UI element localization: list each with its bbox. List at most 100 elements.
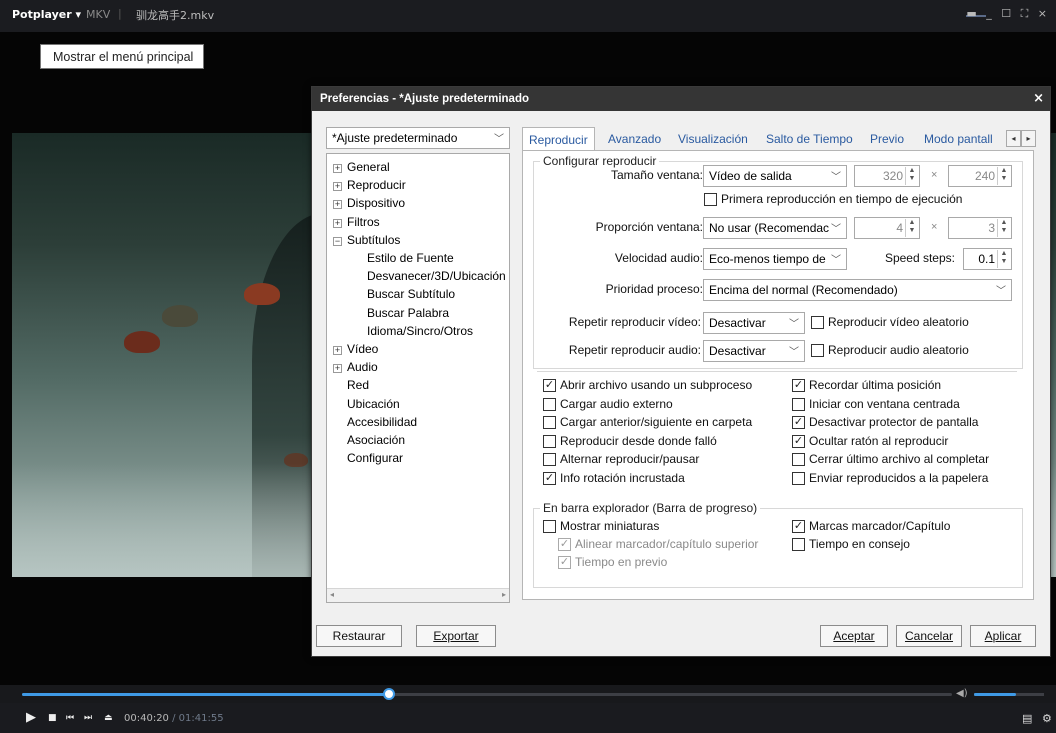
tree-item[interactable]: Red [347,378,369,392]
tree-item[interactable]: Asociación [347,433,405,447]
speed-steps-field[interactable]: 0.1 ▲ ▼ [963,248,1012,270]
option-label: Cargar anterior/siguiente en carpeta [560,415,753,430]
apply-button[interactable]: Aplicar [970,625,1036,647]
play-icon[interactable]: ▶ [26,711,36,724]
option-checkbox[interactable]: Alternar reproducir/pausar [543,452,699,467]
tree-item[interactable]: Configurar [347,451,403,465]
aspect-select[interactable]: No usar (Recomendac ﹀ [703,217,847,239]
tooltip-time-checkbox[interactable]: Tiempo en consejo [792,537,910,551]
random-video-checkbox[interactable]: Reproducir vídeo aleatorio [811,315,969,329]
tab-visualizacion[interactable]: Visualización [672,127,754,151]
tree-horizontal-scrollbar[interactable]: ◂ ▸ [327,588,509,602]
scroll-right-icon[interactable]: ▸ [502,590,506,599]
group-label: Configurar reproducir [540,154,660,168]
tree-item[interactable]: Estilo de Fuente [367,251,454,265]
checkbox-box: ✓ [558,538,571,551]
restore-button[interactable]: Restaurar [316,625,402,647]
option-checkbox[interactable]: Cerrar último archivo al completar [792,452,989,467]
option-checkbox[interactable]: Enviar reproducidos a la papelera [792,471,988,485]
stepper-icon[interactable]: ▲ ▼ [997,219,1010,237]
window-width-field[interactable]: 320 ▲ ▼ [854,165,920,187]
tree-item[interactable]: Vídeo [347,342,378,356]
aspect-width-field[interactable]: 4 ▲ ▼ [854,217,920,239]
stepper-icon[interactable]: ▲ ▼ [905,167,918,185]
stop-icon[interactable]: ■ [48,712,57,724]
volume-slider[interactable] [974,693,1044,696]
accept-button[interactable]: Aceptar [820,625,888,647]
reproducir-panel: Configurar reproducir Tamaño ventana: Ví… [522,150,1034,600]
tree-item[interactable]: Ubicación [347,397,400,411]
expand-icon[interactable]: + [333,346,342,355]
tree-item[interactable]: Desvanecer/3D/Ubicación [367,269,506,283]
seek-track[interactable] [22,688,952,700]
option-checkbox[interactable]: Cargar anterior/siguiente en carpeta [543,415,753,430]
option-checkbox[interactable]: Cargar audio externo [543,397,673,411]
align-chapter-checkbox[interactable]: ✓ Alinear marcador/capítulo superior [558,537,758,551]
tree-item[interactable]: Buscar Palabra [367,306,449,320]
tree-item[interactable]: General [347,160,390,174]
seek-handle[interactable] [383,688,396,700]
preset-select[interactable]: *Ajuste predeterminado ﹀ [326,127,510,149]
next-icon[interactable]: ⏭ [84,712,92,724]
thumbnails-checkbox[interactable]: Mostrar miniaturas [543,519,659,533]
stepper-icon[interactable]: ▲ ▼ [905,219,918,237]
tab-previo[interactable]: Previo [864,127,910,151]
option-checkbox[interactable]: Reproducir desde donde falló [543,434,717,448]
expand-icon[interactable]: + [333,218,342,228]
option-checkbox[interactable]: ✓ Ocultar ratón al reproducir [792,434,948,448]
priority-select[interactable]: Encima del normal (Recomendado) ﹀ [703,279,1012,301]
tab-salto-de-tiempo[interactable]: Salto de Tiempo [760,127,859,151]
main-menu-button[interactable]: Potplayer ▾ [12,8,81,21]
repeat-audio-select[interactable]: Desactivar ﹀ [703,340,805,362]
tree-item[interactable]: Audio [347,360,378,374]
previous-icon[interactable]: ⏮ [66,712,74,724]
tab-modo-pantalla[interactable]: Modo pantall [918,127,1004,151]
scroll-left-icon[interactable]: ◂ [330,590,334,599]
tree-item[interactable]: Subtítulos [347,233,400,247]
settings-gear-icon[interactable]: ⚙ [1042,712,1052,725]
option-checkbox[interactable]: Iniciar con ventana centrada [792,397,960,411]
window-size-select[interactable]: Vídeo de salida ﹀ [703,165,847,187]
stepper-icon[interactable]: ▲ ▼ [997,250,1010,268]
option-label: Info rotación incrustada [560,471,685,485]
tree-item[interactable]: Reproducir [347,178,406,192]
stepper-icon[interactable]: ▲ ▼ [997,167,1010,185]
option-checkbox[interactable]: ✓ Desactivar protector de pantalla [792,415,978,430]
eject-icon[interactable]: ⏏ [104,712,113,724]
cancel-button[interactable]: Cancelar [896,625,962,647]
tab-scroll-right-icon[interactable]: ▸ [1021,130,1036,147]
preview-time-checkbox[interactable]: ✓ Tiempo en previo [558,555,667,569]
tab-avanzado[interactable]: Avanzado [602,127,667,151]
expand-icon[interactable]: + [333,364,342,374]
volume-icon[interactable]: ◀) [956,688,968,699]
option-checkbox[interactable]: ✓ Recordar última posición [792,378,941,392]
first-play-checkbox[interactable]: Primera reproducción en tiempo de ejecuc… [704,192,962,206]
playlist-icon[interactable]: ▤ [1022,712,1032,725]
tree-item[interactable]: Dispositivo [347,196,405,210]
expand-icon[interactable]: + [333,182,342,192]
window-controls[interactable]: ▬ _ ☐ ⛶ × [966,7,1050,21]
option-label: Ocultar ratón al reproducir [809,433,949,448]
option-checkbox[interactable]: ✓ Abrir archivo usando un subproceso [543,378,752,392]
chapter-marks-checkbox[interactable]: ✓ Marcas marcador/Capítulo [792,519,950,533]
option-checkbox[interactable]: ✓ Info rotación incrustada [543,471,685,485]
expand-icon[interactable]: + [333,164,342,173]
window-height-field[interactable]: 240 ▲ ▼ [948,165,1012,187]
export-button[interactable]: Exportar [416,625,496,647]
expand-icon[interactable]: + [333,200,342,210]
seek-bar[interactable]: ◀) [0,685,1056,703]
repeat-video-select[interactable]: Desactivar ﹀ [703,312,805,334]
tree-item[interactable]: Idioma/Sincro/Otros [367,324,473,338]
aspect-height-field[interactable]: 3 ▲ ▼ [948,217,1012,239]
tree-item[interactable]: Filtros [347,215,380,229]
tab-reproducir[interactable]: Reproducir [522,127,595,151]
tree-item[interactable]: Buscar Subtítulo [367,287,455,301]
random-audio-checkbox[interactable]: Reproducir audio aleatorio [811,343,969,357]
tab-scroll-left-icon[interactable]: ◂ [1006,130,1021,147]
close-icon[interactable]: × [1033,91,1044,106]
audio-speed-select[interactable]: Eco-menos tiempo de ﹀ [703,248,847,270]
tree-item[interactable]: Accesibilidad [347,415,417,429]
settings-tree[interactable]: + General + Reproducir + Dispositivo + Filtros −… [326,153,510,603]
collapse-icon[interactable]: − [333,236,342,246]
time-current: 00:40:20 [124,713,169,724]
